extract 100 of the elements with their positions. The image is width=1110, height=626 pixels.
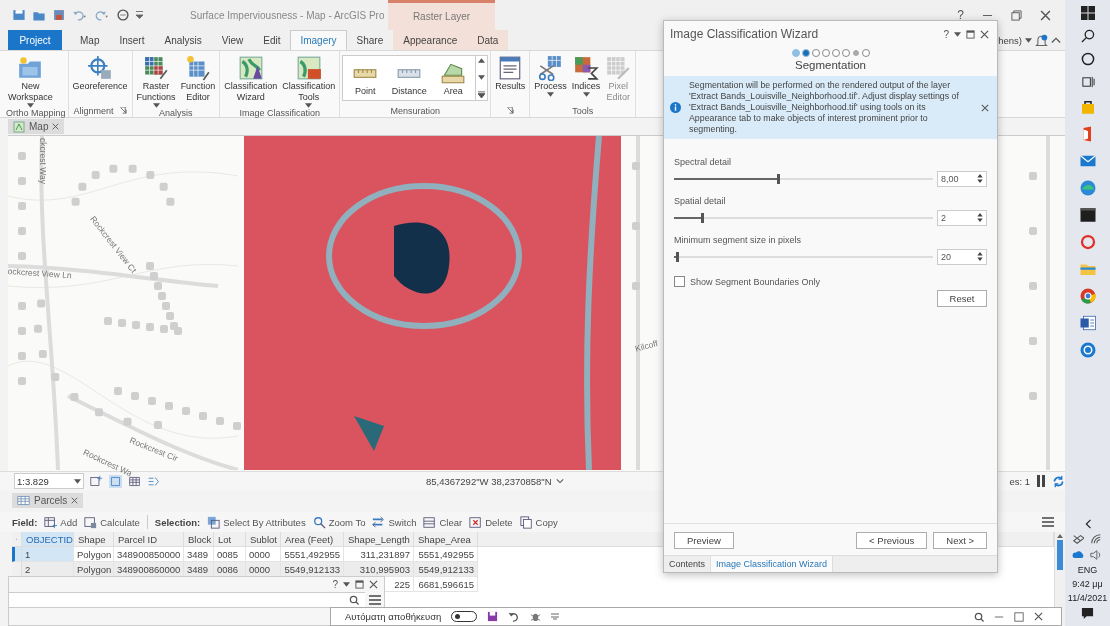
next-button[interactable]: Next > bbox=[933, 532, 987, 549]
column-header[interactable]: Shape bbox=[74, 532, 114, 547]
ribbon-tab[interactable]: Share bbox=[346, 30, 394, 50]
ribbon-button[interactable]: Function Editor bbox=[178, 55, 218, 103]
collapse-icon[interactable] bbox=[1051, 36, 1061, 44]
ribbon-button[interactable]: Area bbox=[431, 56, 476, 100]
bug-icon[interactable] bbox=[530, 611, 542, 622]
ribbon-button[interactable]: Raster Functions bbox=[134, 55, 178, 108]
help-button[interactable]: ? bbox=[957, 8, 964, 22]
help-button[interactable]: ? bbox=[943, 28, 949, 40]
chevron-left-icon[interactable] bbox=[1083, 519, 1092, 529]
ribbon-button[interactable]: Distance bbox=[387, 56, 432, 100]
spin-arrows-icon[interactable] bbox=[977, 213, 983, 222]
checkbox[interactable] bbox=[674, 276, 685, 287]
ribbon-tab[interactable]: Analysis bbox=[154, 30, 212, 50]
ribbon-tab[interactable]: Data bbox=[467, 30, 509, 50]
tab-label[interactable]: Map bbox=[29, 121, 49, 132]
toolbar-button[interactable]: Zoom To bbox=[312, 515, 366, 529]
toolbar-button[interactable]: Delete bbox=[469, 515, 513, 529]
ribbon-button[interactable]: Point bbox=[343, 56, 388, 100]
add-grid-icon[interactable] bbox=[90, 474, 103, 488]
circle-icon[interactable] bbox=[1080, 52, 1095, 66]
account-menu[interactable]: hens) bbox=[998, 34, 1022, 46]
refresh-icon[interactable] bbox=[1052, 474, 1065, 488]
column-header[interactable]: Lot bbox=[214, 532, 246, 547]
close-icon[interactable] bbox=[980, 29, 989, 39]
reset-button[interactable]: Reset bbox=[937, 290, 987, 307]
column-header[interactable]: Parcel ID bbox=[114, 532, 184, 547]
wifi-icon[interactable] bbox=[1089, 533, 1102, 545]
toolbar-button[interactable]: Clear bbox=[423, 515, 463, 529]
ribbon-tab[interactable]: Edit bbox=[253, 30, 291, 50]
restore-icon[interactable] bbox=[1014, 611, 1024, 622]
spin-arrows-icon[interactable] bbox=[977, 252, 983, 261]
fixed-grid-icon[interactable] bbox=[109, 474, 122, 488]
customize-icon[interactable] bbox=[136, 11, 143, 19]
maximize-icon[interactable] bbox=[355, 580, 364, 589]
slider-thumb[interactable] bbox=[675, 252, 679, 262]
table-tab[interactable]: Parcels bbox=[12, 493, 84, 508]
column-header[interactable]: Shape_Area bbox=[414, 532, 478, 547]
ribbon-tab[interactable]: Insert bbox=[109, 30, 155, 50]
search-field[interactable] bbox=[9, 592, 365, 608]
undo-icon[interactable] bbox=[508, 611, 521, 622]
checkbox-label[interactable]: Show Segment Boundaries Only bbox=[690, 276, 821, 287]
save-icon[interactable] bbox=[487, 611, 499, 622]
ribbon-button[interactable]: Results bbox=[493, 55, 528, 92]
ribbon-button[interactable]: Georeference bbox=[70, 55, 130, 92]
caret-icon[interactable] bbox=[1025, 37, 1032, 43]
number-field[interactable]: 2 bbox=[937, 210, 987, 226]
help-button[interactable]: ? bbox=[332, 579, 338, 590]
notifications-icon[interactable] bbox=[1081, 607, 1094, 620]
ribbon-button[interactable]: Process bbox=[532, 55, 569, 97]
tab-label[interactable]: Parcels bbox=[34, 495, 68, 506]
close-icon[interactable] bbox=[1034, 612, 1043, 621]
dropbox-icon[interactable] bbox=[1071, 533, 1084, 545]
notification-bell-icon[interactable] bbox=[1035, 33, 1048, 47]
terminal-icon[interactable] bbox=[1078, 206, 1097, 224]
close-icon[interactable] bbox=[369, 580, 378, 589]
column-header[interactable]: OBJECTID bbox=[22, 532, 74, 547]
restore-icon[interactable] bbox=[1011, 9, 1022, 21]
clock-time[interactable]: 9:42 μμ bbox=[1072, 579, 1103, 589]
clock-date[interactable]: 11/4/2021 bbox=[1067, 593, 1108, 603]
ribbon-tab[interactable]: View bbox=[211, 30, 254, 50]
ribbon-button[interactable]: Classification Tools bbox=[280, 55, 338, 108]
toolbar-button[interactable]: Calculate bbox=[84, 515, 140, 529]
dialog-launcher-icon[interactable] bbox=[119, 107, 127, 114]
close-icon[interactable] bbox=[52, 123, 60, 130]
ribbon-button[interactable]: Classification Wizard bbox=[222, 55, 280, 103]
save-icon[interactable] bbox=[12, 8, 26, 22]
previous-button[interactable]: < Previous bbox=[856, 532, 928, 549]
ribbon-button[interactable]: Indices bbox=[569, 55, 603, 97]
speaker-icon[interactable] bbox=[1089, 549, 1102, 561]
spin-arrows-icon[interactable] bbox=[977, 174, 983, 183]
close-icon[interactable] bbox=[71, 497, 79, 504]
slider-thumb[interactable] bbox=[776, 174, 780, 184]
cloud-icon[interactable] bbox=[1071, 549, 1085, 559]
column-header[interactable]: Shape_Length bbox=[344, 532, 414, 547]
pause-icon[interactable] bbox=[1036, 475, 1046, 487]
chevron-down-icon[interactable] bbox=[555, 478, 564, 484]
column-header[interactable]: Area (Feet) bbox=[281, 532, 344, 547]
ribbon-tab[interactable]: Project bbox=[8, 30, 62, 50]
color-wheel-icon[interactable] bbox=[1078, 287, 1097, 305]
maximize-icon[interactable] bbox=[966, 29, 975, 39]
ring-icon[interactable] bbox=[1078, 233, 1097, 251]
language-indicator[interactable]: ENG bbox=[1077, 565, 1098, 575]
pane-tab[interactable]: Image Classification Wizard bbox=[711, 556, 834, 572]
scroll-down-icon[interactable] bbox=[478, 74, 486, 80]
column-header[interactable]: Sublot bbox=[246, 532, 281, 547]
number-field[interactable]: 8,00 bbox=[937, 171, 987, 187]
ribbon-tab[interactable]: Map bbox=[70, 30, 110, 50]
column-header[interactable]: Block bbox=[184, 532, 214, 547]
dialog-launcher-icon[interactable] bbox=[506, 107, 514, 114]
row-selector[interactable] bbox=[12, 547, 22, 562]
autosave-toggle[interactable] bbox=[451, 611, 478, 622]
close-icon[interactable] bbox=[1040, 9, 1051, 21]
slider-thumb[interactable] bbox=[701, 213, 705, 223]
scroll-up-icon[interactable] bbox=[1057, 534, 1063, 538]
preview-button[interactable]: Preview bbox=[674, 532, 734, 549]
toolbar-button[interactable]: Select By Attributes bbox=[207, 515, 306, 529]
toolbar-button[interactable]: Switch bbox=[372, 515, 417, 529]
number-field[interactable]: 20 bbox=[937, 249, 987, 265]
